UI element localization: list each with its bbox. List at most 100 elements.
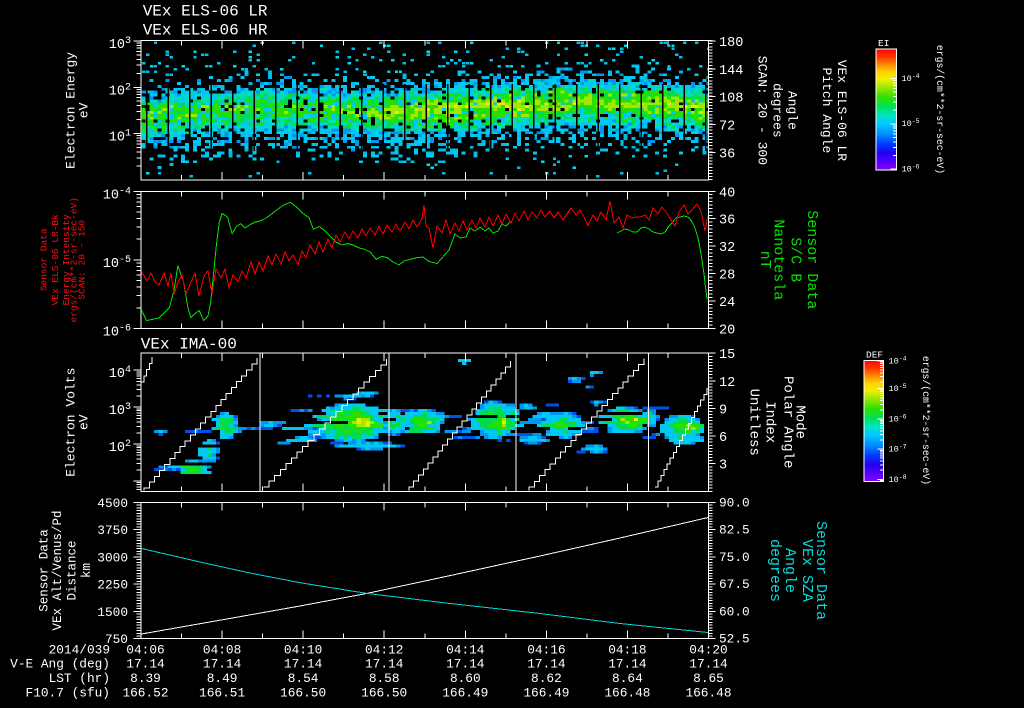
svg-text:nT: nT — [756, 251, 773, 269]
svg-text:90.0: 90.0 — [719, 495, 750, 510]
svg-text:17.14: 17.14 — [203, 657, 242, 672]
svg-text:3750: 3750 — [97, 523, 128, 538]
svg-text:8.65: 8.65 — [693, 671, 724, 686]
svg-text:166.49: 166.49 — [442, 686, 488, 701]
svg-text:04:16: 04:16 — [527, 643, 565, 658]
svg-text:28: 28 — [719, 269, 735, 284]
svg-text:17.14: 17.14 — [689, 657, 728, 672]
svg-text:ergs/(cm**2-sr-sec-eV): ergs/(cm**2-sr-sec-eV) — [920, 356, 931, 485]
svg-text:102: 102 — [109, 439, 131, 456]
svg-text:VEx ELS-06 LR-Bk: VEx ELS-06 LR-Bk — [50, 214, 61, 306]
svg-text:2014/039: 2014/039 — [49, 643, 110, 658]
svg-text:Mode: Mode — [792, 405, 808, 439]
svg-text:10-5: 10-5 — [889, 383, 907, 394]
svg-text:F10.7 (sfu): F10.7 (sfu) — [26, 686, 110, 701]
svg-text:10-4: 10-4 — [103, 186, 131, 203]
svg-text:104: 104 — [109, 365, 131, 382]
svg-text:17.14: 17.14 — [608, 657, 647, 672]
svg-text:V-E Ang (deg): V-E Ang (deg) — [10, 657, 110, 672]
svg-text:10-6: 10-6 — [103, 323, 131, 340]
svg-text:180: 180 — [719, 36, 743, 51]
svg-text:72: 72 — [719, 120, 735, 135]
svg-text:10-8: 10-8 — [889, 474, 907, 485]
svg-text:Unitless: Unitless — [746, 389, 762, 456]
svg-text:4500: 4500 — [97, 496, 128, 511]
svg-text:10-7: 10-7 — [889, 444, 907, 455]
svg-text:75.0: 75.0 — [719, 550, 750, 565]
svg-text:degrees: degrees — [770, 83, 785, 138]
svg-text:2250: 2250 — [97, 578, 128, 593]
svg-text:36: 36 — [719, 147, 735, 162]
svg-text:04:14: 04:14 — [446, 643, 485, 658]
svg-text:17.14: 17.14 — [446, 657, 485, 672]
svg-text:SCAN: 20 - 300: SCAN: 20 - 300 — [755, 56, 770, 165]
svg-text:04:06: 04:06 — [126, 643, 164, 658]
svg-text:VEx SZA: VEx SZA — [798, 539, 815, 602]
svg-text:12: 12 — [719, 376, 735, 391]
svg-text:VEx ELS-06 LR: VEx ELS-06 LR — [143, 2, 268, 20]
svg-text:166.49: 166.49 — [523, 686, 569, 701]
svg-text:60.0: 60.0 — [719, 604, 750, 619]
svg-text:102: 102 — [109, 82, 131, 99]
svg-text:10-4: 10-4 — [902, 73, 920, 84]
svg-text:S/C B: S/C B — [787, 237, 804, 282]
svg-text:10-6: 10-6 — [889, 413, 907, 424]
svg-text:17.14: 17.14 — [126, 657, 165, 672]
svg-text:166.50: 166.50 — [280, 686, 326, 701]
svg-text:Distance: Distance — [66, 540, 80, 600]
svg-text:103: 103 — [109, 402, 131, 419]
svg-text:EI: EI — [878, 38, 889, 49]
svg-text:3: 3 — [719, 459, 727, 474]
svg-text:04:12: 04:12 — [365, 643, 403, 658]
svg-text:8.62: 8.62 — [531, 671, 562, 686]
svg-text:VEx ELS-06 LR: VEx ELS-06 LR — [834, 60, 849, 162]
svg-text:17.14: 17.14 — [284, 657, 323, 672]
svg-text:km: km — [80, 563, 94, 578]
svg-text:10-4: 10-4 — [889, 355, 907, 366]
svg-text:04:10: 04:10 — [284, 643, 322, 658]
svg-text:17.14: 17.14 — [527, 657, 566, 672]
svg-text:24: 24 — [719, 296, 735, 311]
svg-text:144: 144 — [719, 64, 743, 79]
svg-text:166.48: 166.48 — [604, 686, 650, 701]
svg-text:VEx IMA-00: VEx IMA-00 — [141, 335, 237, 353]
svg-text:Pitch Angle: Pitch Angle — [819, 67, 834, 153]
svg-text:166.48: 166.48 — [685, 686, 731, 701]
svg-text:8.49: 8.49 — [207, 671, 238, 686]
svg-text:6: 6 — [719, 431, 727, 446]
svg-text:166.50: 166.50 — [361, 686, 407, 701]
svg-text:10-5: 10-5 — [103, 255, 131, 272]
svg-text:8.39: 8.39 — [130, 671, 161, 686]
svg-text:eV: eV — [77, 102, 92, 118]
svg-text:36: 36 — [719, 214, 735, 229]
svg-text:108: 108 — [719, 92, 743, 107]
svg-text:17.14: 17.14 — [365, 657, 404, 672]
svg-text:8.64: 8.64 — [612, 671, 643, 686]
svg-text:32: 32 — [719, 241, 735, 256]
svg-text:VEx Alt/Venus/Pd: VEx Alt/Venus/Pd — [51, 510, 65, 630]
svg-text:10-5: 10-5 — [902, 118, 920, 129]
svg-text:Sensor Data: Sensor Data — [39, 228, 50, 291]
svg-text:Index: Index — [762, 401, 778, 443]
svg-text:1500: 1500 — [97, 605, 128, 620]
svg-text:eV: eV — [77, 414, 92, 430]
svg-text:67.5: 67.5 — [719, 577, 750, 592]
svg-text:Sensor Data: Sensor Data — [38, 529, 52, 612]
svg-text:166.52: 166.52 — [122, 686, 168, 701]
svg-text:82.5: 82.5 — [719, 523, 750, 538]
svg-text:04:08: 04:08 — [203, 643, 241, 658]
svg-text:Angle: Angle — [785, 91, 800, 130]
svg-text:103: 103 — [109, 36, 131, 53]
svg-text:DEF: DEF — [866, 349, 883, 360]
svg-text:10-6: 10-6 — [902, 164, 920, 175]
svg-text:ergs/(cm**2-sr-sec-eV): ergs/(cm**2-sr-sec-eV) — [934, 45, 945, 174]
svg-text:101: 101 — [109, 129, 131, 146]
svg-text:8.58: 8.58 — [369, 671, 400, 686]
svg-text:VEx ELS-06 HR: VEx ELS-06 HR — [143, 22, 268, 40]
svg-text:3000: 3000 — [97, 550, 128, 565]
svg-text:40: 40 — [719, 186, 735, 201]
svg-text:LST (hr): LST (hr) — [49, 671, 110, 686]
svg-text:20: 20 — [719, 323, 735, 338]
svg-text:SCAN: 20 - 150: SCAN: 20 - 150 — [77, 220, 88, 300]
svg-text:Sensor Data: Sensor Data — [803, 210, 820, 309]
